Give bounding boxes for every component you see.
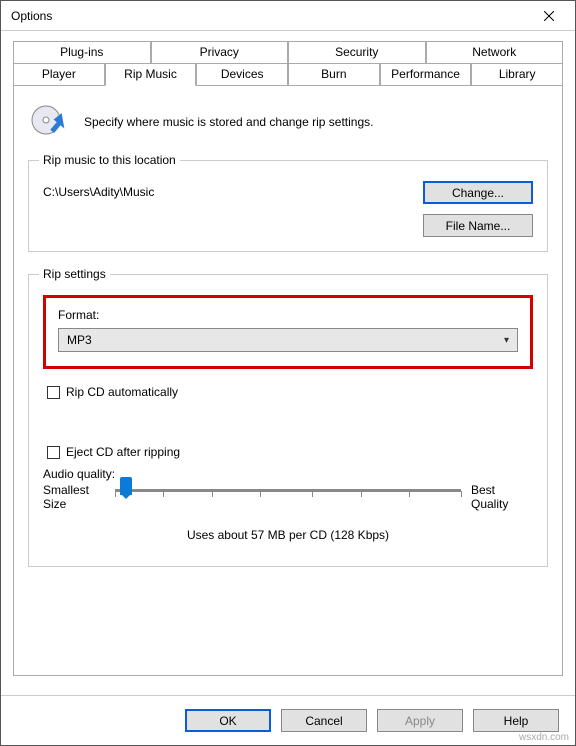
audio-quality-slider[interactable] [115,483,461,492]
content-area: Plug-ins Privacy Security Network Player… [1,31,575,695]
titlebar: Options [1,1,575,31]
tab-privacy[interactable]: Privacy [151,41,289,63]
aq-left-label: Smallest Size [43,483,105,512]
tab-row-bottom: Player Rip Music Devices Burn Performanc… [13,63,563,86]
checkbox-icon [47,446,60,459]
group-rip-settings-label: Rip settings [39,267,110,281]
ok-button[interactable]: OK [185,709,271,732]
tab-burn[interactable]: Burn [288,63,380,86]
tab-library[interactable]: Library [471,63,563,86]
cancel-button[interactable]: Cancel [281,709,367,732]
format-value: MP3 [67,333,92,347]
tab-control: Plug-ins Privacy Security Network Player… [13,41,563,676]
group-rip-settings: Rip settings Format: MP3 ▾ Rip CD automa… [28,274,548,567]
dialog-footer: OK Cancel Apply Help [1,695,575,745]
close-button[interactable] [529,2,569,30]
eject-checkbox-row[interactable]: Eject CD after ripping [47,445,533,459]
watermark: wsxdn.com [519,732,569,743]
file-name-button[interactable]: File Name... [423,214,533,237]
tab-plugins[interactable]: Plug-ins [13,41,151,63]
rip-auto-checkbox-row[interactable]: Rip CD automatically [47,385,533,399]
tab-network[interactable]: Network [426,41,564,63]
tab-player[interactable]: Player [13,63,105,86]
slider-thumb-icon [120,477,132,495]
rip-location-path: C:\Users\Adity\Music [43,181,154,199]
format-label: Format: [58,308,518,322]
close-icon [544,11,554,21]
panel-header: Specify where music is stored and change… [28,100,548,144]
change-button[interactable]: Change... [423,181,533,204]
chevron-down-icon: ▾ [504,335,509,346]
audio-quality-section: Audio quality: Smallest Size [43,467,533,542]
tab-panel-rip-music: Specify where music is stored and change… [13,86,563,676]
tab-performance[interactable]: Performance [380,63,472,86]
apply-button[interactable]: Apply [377,709,463,732]
rip-music-icon [28,100,72,144]
checkbox-icon [47,386,60,399]
window-title: Options [11,9,52,23]
help-button[interactable]: Help [473,709,559,732]
group-rip-location-label: Rip music to this location [39,153,180,167]
format-highlight-box: Format: MP3 ▾ [43,295,533,369]
aq-right-label: Best Quality [471,483,533,512]
tab-devices[interactable]: Devices [196,63,288,86]
audio-quality-caption: Uses about 57 MB per CD (128 Kbps) [43,528,533,542]
tab-rip-music[interactable]: Rip Music [105,63,197,86]
rip-auto-label: Rip CD automatically [66,385,178,399]
options-dialog: Options Plug-ins Privacy Security Networ… [0,0,576,746]
format-combobox[interactable]: MP3 ▾ [58,328,518,352]
group-rip-location: Rip music to this location C:\Users\Adit… [28,160,548,252]
eject-label: Eject CD after ripping [66,445,180,459]
tab-row-top: Plug-ins Privacy Security Network [13,41,563,63]
tab-security[interactable]: Security [288,41,426,63]
panel-description: Specify where music is stored and change… [84,115,373,129]
audio-quality-label: Audio quality: [43,467,533,481]
